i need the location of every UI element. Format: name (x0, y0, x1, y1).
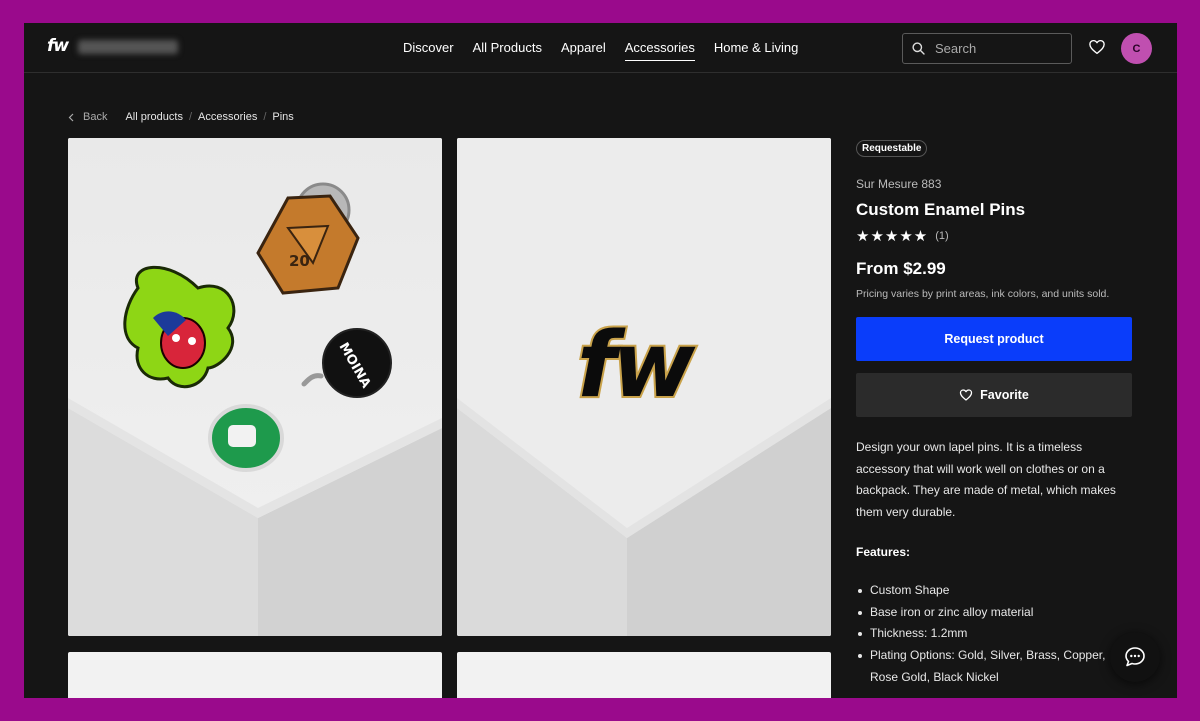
favorite-button[interactable]: Favorite (856, 373, 1132, 417)
logo[interactable]: fw (47, 36, 69, 56)
nav-all-products[interactable]: All Products (473, 40, 542, 61)
nav-discover[interactable]: Discover (403, 40, 454, 61)
search-box[interactable] (902, 33, 1072, 64)
search-input[interactable] (935, 41, 1055, 56)
chevron-left-icon (68, 113, 74, 121)
die-number: 20 (289, 252, 310, 270)
features-list: Custom Shape Base iron or zinc alloy mat… (856, 580, 1132, 689)
blurred-store-name (78, 40, 178, 54)
product-price: From $2.99 (856, 259, 946, 278)
breadcrumb: Back All products / Accessories / Pins (68, 111, 294, 123)
breadcrumb-accessories[interactable]: Accessories (198, 111, 257, 123)
product-image-assorted-pins[interactable]: 20 MOINA (68, 138, 442, 636)
breadcrumb-all-products[interactable]: All products (125, 111, 182, 123)
back-link[interactable]: Back (68, 111, 107, 123)
features-heading: Features: (856, 544, 911, 559)
requestable-badge: Requestable (856, 140, 928, 157)
product-title: Custom Enamel Pins (856, 200, 1026, 219)
search-icon (912, 42, 925, 55)
vendor-name[interactable]: Sur Mesure 883 (856, 177, 1132, 191)
back-label: Back (83, 111, 108, 123)
app-window: fw Discover All Products Apparel Accesso… (24, 23, 1177, 698)
star-rating-icon: ★★★★★ (856, 228, 929, 245)
list-item: Plating Options: Gold, Silver, Brass, Co… (856, 645, 1132, 688)
product-image-thumbnail[interactable] (457, 652, 831, 698)
product-rating[interactable]: ★★★★★ (1) (856, 227, 1132, 245)
main-nav: Discover All Products Apparel Accessorie… (403, 40, 798, 61)
chat-bubble-icon (1125, 647, 1145, 667)
price-note: Pricing varies by print areas, ink color… (856, 288, 1110, 300)
favorites-button[interactable] (1088, 38, 1106, 56)
nav-accessories[interactable]: Accessories (624, 40, 695, 61)
chat-button[interactable] (1110, 632, 1160, 682)
breadcrumb-pins[interactable]: Pins (272, 111, 293, 123)
product-description: Design your own lapel pins. It is a time… (856, 440, 1116, 520)
product-details-panel: Requestable Sur Mesure 883 Custom Enamel… (856, 138, 1132, 688)
product-image-fw-pin[interactable]: fw (457, 138, 831, 636)
review-count: (1) (935, 230, 949, 242)
favorite-button-label: Favorite (980, 388, 1029, 402)
nav-home-living[interactable]: Home & Living (714, 40, 799, 61)
pin-lettering: fw (577, 313, 696, 418)
nav-apparel[interactable]: Apparel (561, 40, 606, 61)
breadcrumb-separator: / (188, 111, 193, 123)
top-navigation-bar: fw Discover All Products Apparel Accesso… (24, 23, 1177, 73)
heart-icon (959, 389, 973, 401)
user-avatar[interactable]: C (1121, 33, 1152, 64)
heart-icon (1089, 39, 1105, 55)
list-item: Thickness: 1.2mm (856, 623, 1132, 645)
product-image-thumbnail[interactable] (68, 652, 442, 698)
list-item: Base iron or zinc alloy material (856, 602, 1132, 624)
list-item: Custom Shape (856, 580, 1132, 602)
breadcrumb-separator: / (263, 111, 267, 123)
request-product-button[interactable]: Request product (856, 317, 1132, 361)
